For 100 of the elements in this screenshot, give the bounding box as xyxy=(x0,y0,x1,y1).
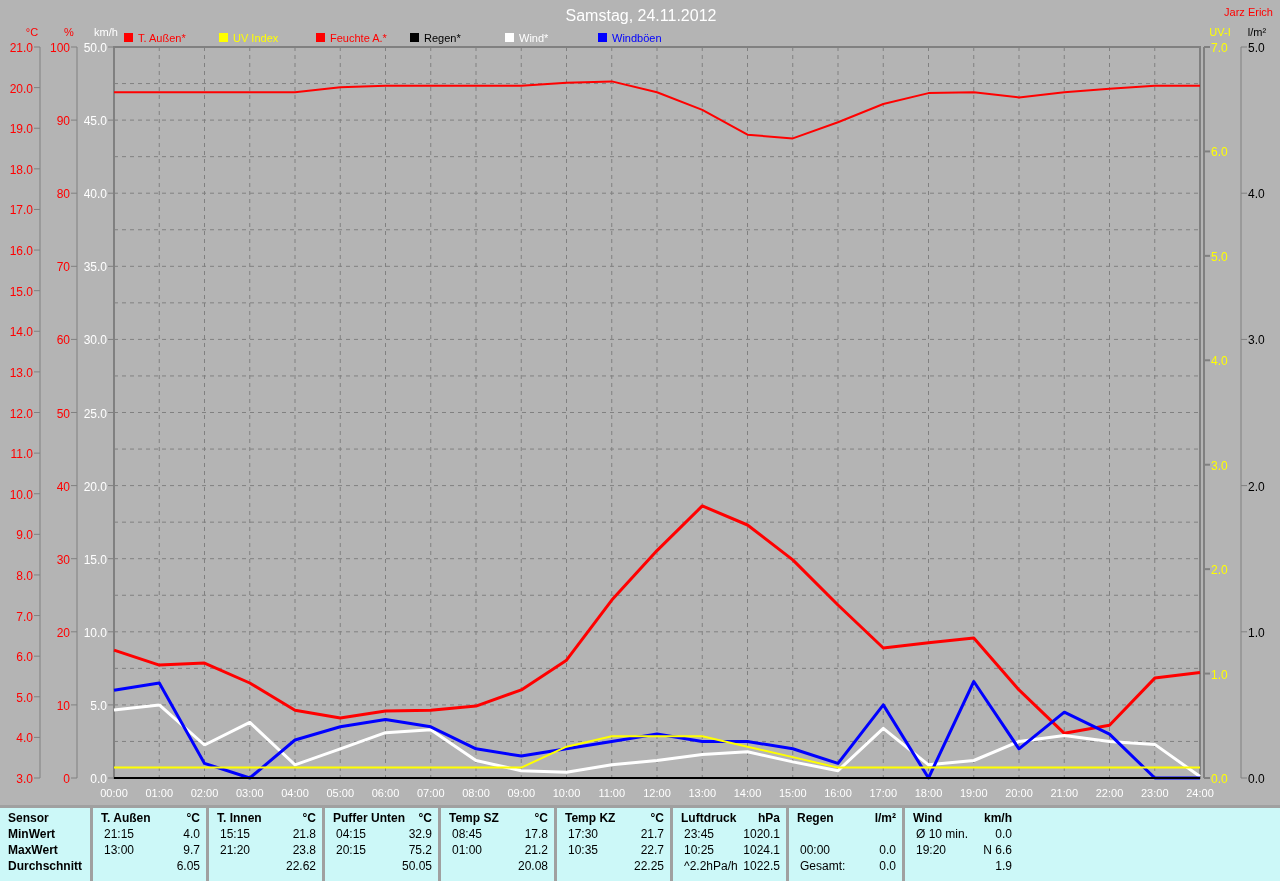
axis-tick-label: 4.0 xyxy=(16,731,33,746)
sensor-name: T. Innen xyxy=(217,810,262,826)
x-tick-label: 07:00 xyxy=(417,787,445,799)
table-cell-text: 10:25 xyxy=(683,842,715,858)
x-tick-label: 05:00 xyxy=(326,787,354,799)
row-label: Durchschnitt xyxy=(8,858,83,874)
axis-tick-label: 4.0 xyxy=(1248,187,1265,202)
axis-tick-label: 2.0 xyxy=(1248,479,1265,494)
table-cell-text: 08:45 xyxy=(451,826,483,842)
x-tick-label: 24:00 xyxy=(1186,787,1214,799)
axis-unit: km/h xyxy=(94,26,118,38)
unit-label: °C xyxy=(186,810,200,826)
axis-tick-label: 16.0 xyxy=(9,244,33,259)
axis-tick-label: 3.0 xyxy=(1211,458,1228,473)
axis-tick-label: 8.0 xyxy=(16,568,33,583)
axis-tick-label: 80 xyxy=(56,187,70,202)
axis-tick-label: 40 xyxy=(56,479,70,494)
table-cell-text: ^2.2hPa/h xyxy=(683,858,738,874)
axis-unit: UV-I xyxy=(1209,26,1231,38)
axis-tick-label: 50 xyxy=(56,406,70,421)
unit-label: °C xyxy=(418,810,432,826)
axis-tick-label: 3.0 xyxy=(16,772,33,786)
table-cell: 75.2 xyxy=(408,842,432,858)
table-cell: 0.0 xyxy=(879,842,896,858)
axis-tick-label: 5.0 xyxy=(1211,249,1228,264)
x-tick-label: 00:00 xyxy=(100,787,128,799)
table-cell: 0.0 xyxy=(995,826,1012,842)
axis-tick-label: 15.0 xyxy=(9,284,33,299)
axis-tick-label: 6.0 xyxy=(1211,145,1228,160)
sensor-name: Regen xyxy=(797,810,834,826)
axis-tick-label: 21.0 xyxy=(9,41,33,55)
axis-unit: % xyxy=(64,26,74,38)
axis-tick-label: 3.0 xyxy=(1248,333,1265,348)
table-cell: 21.7 xyxy=(640,826,664,842)
axis-tick-label: 10.0 xyxy=(9,487,33,502)
table-cell-text: 00:00 xyxy=(799,842,831,858)
table-cell: 21.2 xyxy=(524,842,548,858)
axis-tick-label: 0 xyxy=(63,772,70,786)
unit-label: km/h xyxy=(984,810,1012,826)
table-cell: 22.62 xyxy=(285,858,316,874)
legend-label: Feuchte A.* xyxy=(330,32,387,44)
axis-tick-label: 17.0 xyxy=(9,203,33,218)
table-cell: 21.8 xyxy=(292,826,316,842)
row-label: MaxWert xyxy=(8,842,59,858)
x-tick-label: 09:00 xyxy=(507,787,535,799)
table-cell: 20.08 xyxy=(517,858,548,874)
x-tick-label: 06:00 xyxy=(371,787,400,799)
x-tick-label: 01:00 xyxy=(145,787,173,799)
legend-label: T. Außen* xyxy=(138,32,186,44)
table-cell-text: 20:15 xyxy=(335,842,367,858)
table-cell-text: 19:20 xyxy=(915,842,947,858)
table-cell: 9.7 xyxy=(183,842,200,858)
x-tick-label: 14:00 xyxy=(733,787,762,799)
axis-tick-label: 4.0 xyxy=(1211,354,1228,369)
author-name: Jarz Erich xyxy=(1224,6,1273,18)
unit-label: °C xyxy=(302,810,316,826)
x-tick-label: 15:00 xyxy=(779,787,807,799)
axis-tick-label: 2.0 xyxy=(1211,563,1228,578)
x-tick-label: 21:00 xyxy=(1050,787,1078,799)
table-cell: 32.9 xyxy=(408,826,432,842)
table-cell: 1020.1 xyxy=(743,826,780,842)
axis-tick-label: 5.0 xyxy=(16,690,33,705)
axis-unit: °C xyxy=(25,26,39,38)
table-cell: 22.7 xyxy=(640,842,664,858)
axis-tick-label: 20.0 xyxy=(83,479,107,494)
axis-tick-label: 7.0 xyxy=(1211,41,1228,55)
x-tick-label: 08:00 xyxy=(462,787,490,799)
axis-tick-label: 6.0 xyxy=(16,650,33,665)
axis-tick-label: 20.0 xyxy=(9,81,33,96)
table-cell-text: 15:15 xyxy=(219,826,251,842)
table-cell: 0.0 xyxy=(879,858,896,874)
axis-tick-label: 13.0 xyxy=(9,365,33,380)
table-cell: 4.0 xyxy=(183,826,200,842)
table-cell-text: 01:00 xyxy=(451,842,483,858)
table-cell: 50.05 xyxy=(401,858,432,874)
x-tick-label: 18:00 xyxy=(914,787,943,799)
axis-tick-label: 20 xyxy=(56,625,70,640)
table-cell: 1.9 xyxy=(995,858,1012,874)
x-tick-label: 10:00 xyxy=(552,787,581,799)
unit-label: °C xyxy=(650,810,664,826)
axis-tick-label: 10 xyxy=(56,698,70,713)
x-tick-label: 13:00 xyxy=(688,787,716,799)
axis-tick-label: 5.0 xyxy=(90,698,107,713)
table-cell: 22.25 xyxy=(633,858,664,874)
sensor-name: Temp SZ xyxy=(449,810,499,826)
x-tick-label: 02:00 xyxy=(190,787,219,799)
table-cell: N 6.6 xyxy=(983,842,1012,858)
axis-tick-label: 1.0 xyxy=(1211,667,1228,682)
x-tick-label: 23:00 xyxy=(1141,787,1169,799)
sensor-name: Wind xyxy=(913,810,943,826)
table-cell-text: 13:00 xyxy=(103,842,135,858)
table-cell-text: 21:20 xyxy=(219,842,251,858)
axis-tick-label: 15.0 xyxy=(83,552,107,567)
x-tick-label: 19:00 xyxy=(960,787,988,799)
axis-tick-label: 35.0 xyxy=(83,260,107,275)
axis-tick-label: 5.0 xyxy=(1248,41,1265,55)
axis-tick-label: 50.0 xyxy=(83,41,107,55)
table-cell: 1022.5 xyxy=(743,858,780,874)
axis-tick-label: 90 xyxy=(56,114,70,129)
x-tick-label: 12:00 xyxy=(643,787,671,799)
